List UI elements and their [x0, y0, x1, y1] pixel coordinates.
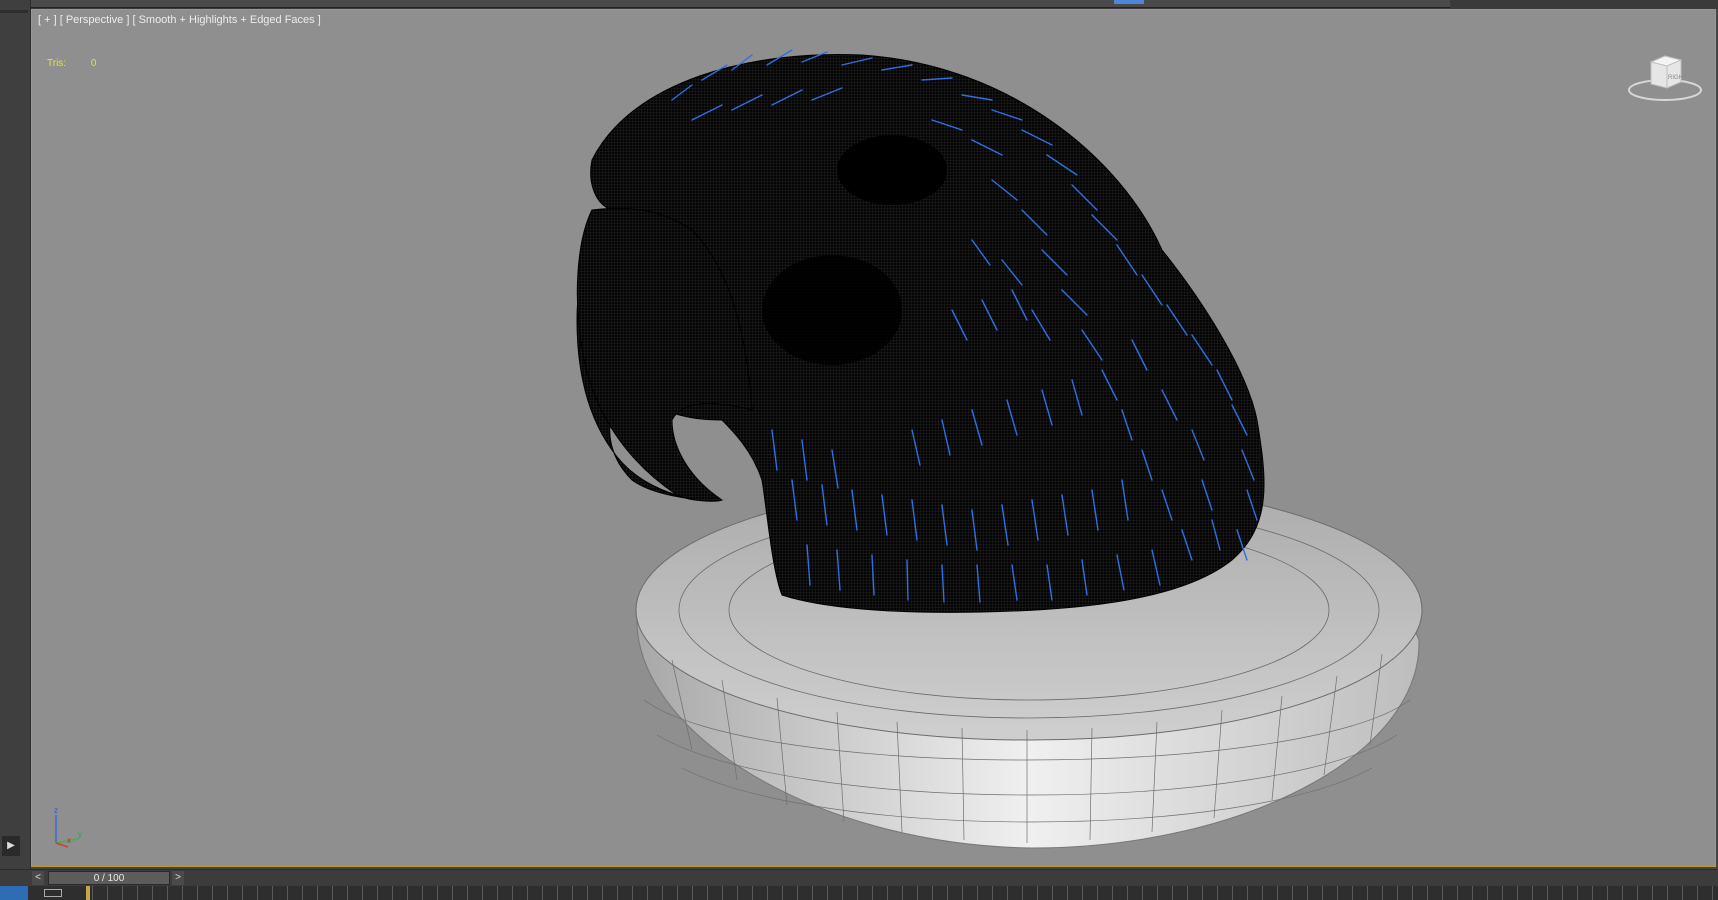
- tris-value: 0: [90, 58, 97, 69]
- frame-ticks: [92, 886, 1718, 900]
- axis-y-label: y: [78, 830, 82, 839]
- next-frame-button[interactable]: >: [172, 871, 184, 885]
- axis-gizmo-icon: z x y: [54, 806, 82, 848]
- perspective-viewport[interactable]: [ + ] [ Perspective ] [ Smooth + Highlig…: [31, 9, 1716, 867]
- tris-label: Tris:: [47, 58, 67, 69]
- top-toolbar-strip: [0, 0, 1718, 9]
- toolbar-active-indicator[interactable]: [1114, 0, 1144, 4]
- track-bar[interactable]: [0, 886, 1718, 900]
- viewport-label[interactable]: [ + ] [ Perspective ] [ Smooth + Highlig…: [38, 14, 321, 26]
- current-frame-marker[interactable]: [86, 886, 90, 900]
- viewcube-icon[interactable]: RIGHT: [1625, 48, 1705, 108]
- axis-x-label: x: [67, 836, 71, 845]
- time-slider[interactable]: 0 / 100: [48, 871, 170, 885]
- time-slider-bar: < 0 / 100 >: [0, 869, 1718, 887]
- stats-overlay: Tris: 0: [47, 58, 96, 69]
- trackbar-active-region: [0, 886, 28, 900]
- scene-render: [576, 49, 1423, 849]
- play-icon[interactable]: ▶: [2, 836, 20, 856]
- parrot-head-mesh: [576, 53, 1265, 613]
- key-mode-icon[interactable]: [44, 889, 62, 897]
- axis-z-label: z: [54, 806, 58, 815]
- prev-frame-button[interactable]: <: [32, 871, 44, 885]
- left-panel-strip: ▶: [0, 0, 31, 869]
- panel-notch: [0, 10, 28, 13]
- toolbar-remnant: [30, 0, 1450, 8]
- viewcube-face-label: RIGHT: [1668, 75, 1687, 81]
